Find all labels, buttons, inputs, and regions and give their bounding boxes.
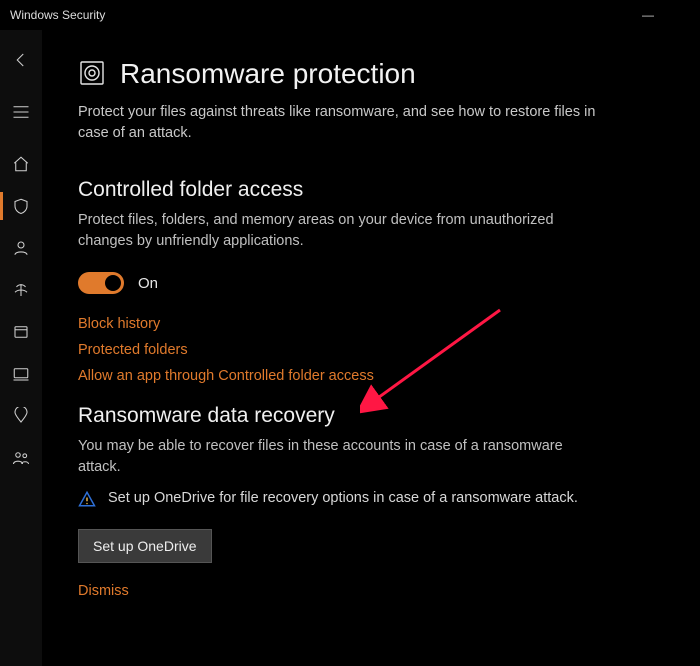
window-title: Windows Security (10, 8, 105, 22)
block-history-link[interactable]: Block history (78, 316, 666, 332)
setup-onedrive-button[interactable]: Set up OneDrive (78, 529, 212, 563)
back-button[interactable] (0, 40, 42, 80)
recovery-heading: Ransomware data recovery (78, 404, 666, 428)
main-content: Ransomware protection Protect your files… (42, 30, 700, 666)
cfa-heading: Controlled folder access (78, 178, 666, 202)
cfa-toggle[interactable] (78, 272, 124, 294)
home-nav[interactable] (0, 144, 42, 184)
cfa-desc: Protect files, folders, and memory areas… (78, 210, 598, 252)
allow-app-link[interactable]: Allow an app through Controlled folder a… (78, 368, 666, 384)
titlebar: Windows Security — (0, 0, 700, 30)
page-subtitle: Protect your files against threats like … (78, 102, 598, 144)
virus-protection-nav[interactable] (0, 186, 42, 226)
warning-icon (78, 488, 96, 511)
recovery-desc: You may be able to recover files in thes… (78, 436, 598, 478)
page-title: Ransomware protection (120, 58, 416, 90)
family-options-nav[interactable] (0, 438, 42, 478)
firewall-network-nav[interactable] (0, 270, 42, 310)
dismiss-link[interactable]: Dismiss (78, 583, 666, 599)
minimize-button[interactable]: — (634, 8, 662, 22)
device-performance-nav[interactable] (0, 396, 42, 436)
cfa-toggle-label: On (138, 275, 158, 292)
app-browser-nav[interactable] (0, 312, 42, 352)
recovery-info: Set up OneDrive for file recovery option… (108, 488, 578, 508)
account-protection-nav[interactable] (0, 228, 42, 268)
sidebar (0, 30, 42, 666)
device-security-nav[interactable] (0, 354, 42, 394)
ransomware-icon (78, 59, 106, 90)
protected-folders-link[interactable]: Protected folders (78, 342, 666, 358)
menu-button[interactable] (0, 92, 42, 132)
